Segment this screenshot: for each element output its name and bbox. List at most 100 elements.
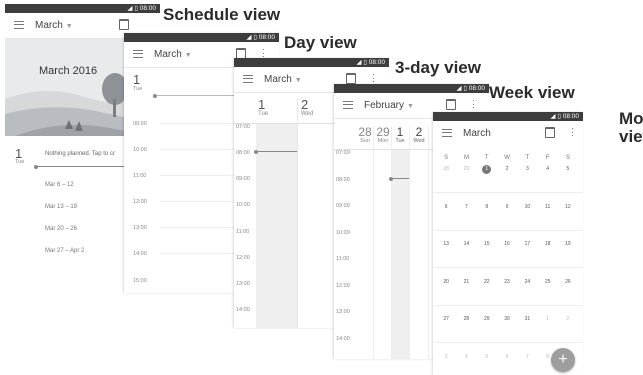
more-options-icon[interactable]: · · · (472, 96, 475, 112)
status-bar: ◢ ▯ 08:00 (334, 84, 489, 93)
calendar-today-icon[interactable] (545, 127, 555, 138)
date-cell[interactable]: 5 (563, 165, 572, 174)
more-options-icon[interactable]: · · · (372, 70, 375, 86)
date-cell[interactable]: 14 (462, 240, 471, 249)
date-cell[interactable]: 29 (462, 165, 471, 174)
date-cell[interactable]: 28 (462, 315, 471, 324)
date-cell[interactable]: 23 (503, 278, 512, 287)
date-cell[interactable]: 6 (442, 203, 451, 212)
month-selector[interactable]: March ▼ (264, 74, 302, 85)
column-divider (297, 98, 298, 328)
date-cell[interactable]: 1 (543, 315, 552, 324)
day-header[interactable]: 28 Sun (356, 126, 374, 144)
day-header[interactable]: 1 Tue (258, 98, 268, 117)
calendar-today-icon[interactable] (119, 19, 129, 30)
menu-icon[interactable] (243, 75, 253, 83)
date-cell[interactable]: 15 (482, 240, 491, 249)
day-number: 1 (396, 125, 404, 139)
time-label: 14:00 (336, 336, 350, 342)
date-cell[interactable]: 20 (442, 278, 451, 287)
menu-icon[interactable] (343, 101, 353, 109)
date-cell[interactable]: 30 (503, 315, 512, 324)
month-grid: S M T W T F S 28 29 1 2 3 4 5 6 7 8 9 10 11 12 13 14 15 16 17 18 19… (433, 152, 583, 375)
date-cell[interactable]: 12 (563, 203, 572, 212)
weekday-header: S (565, 155, 570, 161)
month-selector[interactable]: March (463, 128, 491, 139)
menu-icon[interactable] (442, 129, 452, 137)
date-cell[interactable]: 19 (563, 240, 572, 249)
week-range[interactable]: Mar 13 – 19 (45, 204, 77, 210)
time-label: 07:00 (336, 150, 350, 156)
day-header[interactable]: 2 Wed (301, 98, 313, 117)
today-column (391, 150, 409, 359)
date-cell[interactable]: 11 (543, 203, 552, 212)
date-cell[interactable]: 3 (523, 165, 532, 174)
date-cell[interactable]: 10 (523, 203, 532, 212)
time-label: 10:00 (336, 230, 350, 236)
date-cell[interactable]: 25 (543, 278, 552, 287)
day-number: 2 (301, 97, 309, 112)
date-cell[interactable]: 5 (482, 353, 491, 362)
date-cell[interactable]: 2 (503, 165, 512, 174)
more-options-icon[interactable]: · · · (571, 124, 574, 140)
week-range[interactable]: Mar 27 – Apr 2 (45, 248, 84, 254)
date-cell[interactable]: 24 (523, 278, 532, 287)
date-cell[interactable]: 17 (523, 240, 532, 249)
time-label: 12:00 (236, 255, 250, 261)
date-cell[interactable]: 13 (442, 240, 451, 249)
status-bar: ◢ ▯ 08:00 (433, 112, 583, 121)
time-label: 10:00 (133, 147, 147, 153)
week-row-divider (433, 342, 583, 343)
day-name: Tue (133, 86, 143, 92)
month-selector[interactable]: March ▼ (154, 49, 192, 60)
week-range[interactable]: Mar 20 – 26 (45, 226, 77, 232)
day-name: Tue (15, 159, 25, 165)
more-options-icon[interactable]: · · · (262, 45, 265, 61)
today-date-cell[interactable]: 1 (482, 165, 492, 174)
date-cell[interactable]: 22 (482, 278, 491, 287)
date-cell[interactable]: 21 (462, 278, 471, 287)
week-row-divider (433, 304, 583, 306)
date-cell[interactable]: 4 (462, 353, 471, 362)
date-cell[interactable]: 16 (503, 240, 512, 249)
time-label: 08:00 (336, 177, 350, 183)
day-header[interactable]: 29 Mon (374, 126, 392, 144)
day-header[interactable]: 1 Tue (391, 126, 409, 144)
time-label: 13:00 (133, 225, 147, 231)
date-cell[interactable]: 6 (503, 353, 512, 362)
time-label: 14:00 (133, 251, 147, 257)
week-range[interactable]: Mar 6 – 12 (45, 182, 74, 188)
date-cell[interactable]: 9 (503, 203, 512, 212)
date-cell[interactable]: 7 (523, 353, 532, 362)
month-selector[interactable]: March ▼ (35, 20, 73, 31)
day-name: Tue (258, 111, 269, 117)
date-cell[interactable]: 2 (563, 315, 572, 324)
date-cell[interactable]: 26 (563, 278, 572, 287)
date-cell[interactable]: 8 (482, 203, 491, 212)
time-label: 14:00 (236, 307, 250, 313)
menu-icon[interactable] (133, 50, 143, 58)
three-day-view-label: 3-day view (395, 58, 481, 77)
date-cell[interactable]: 28 (442, 165, 451, 174)
date-cell[interactable]: 29 (482, 315, 491, 324)
today-column (256, 124, 297, 328)
date-cell[interactable]: 27 (442, 315, 451, 324)
add-event-button[interactable]: + (551, 348, 575, 372)
calendar-today-icon[interactable] (446, 99, 456, 110)
menu-icon[interactable] (14, 21, 24, 29)
time-label: 13:00 (336, 309, 350, 315)
banner-title: March 2016 (39, 65, 98, 77)
date-cell[interactable]: 3 (442, 353, 451, 362)
day-header[interactable]: 2 Wed (410, 126, 428, 144)
month-selector[interactable]: February ▼ (364, 100, 414, 111)
day-number: 29 (376, 125, 390, 139)
date-cell[interactable]: 4 (543, 165, 552, 174)
calendar-today-icon[interactable] (346, 73, 356, 84)
date-cell[interactable]: 31 (523, 315, 532, 324)
date-cell[interactable]: 18 (543, 240, 552, 249)
status-bar: ◢ ▯ 08:00 (234, 58, 389, 67)
date-cell[interactable]: 7 (462, 203, 471, 212)
weekday-header: F (545, 155, 550, 161)
time-label: 11:00 (133, 173, 147, 179)
week-row-divider (433, 229, 583, 231)
